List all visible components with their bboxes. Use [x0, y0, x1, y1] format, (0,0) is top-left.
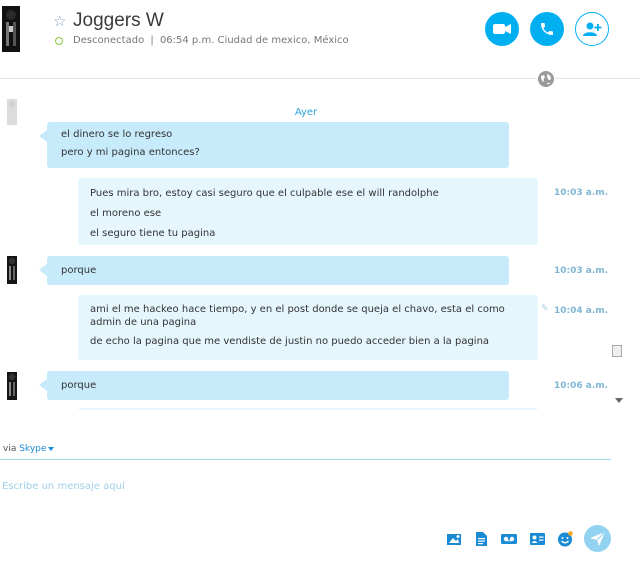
status-label: Desconectado: [73, 35, 145, 46]
video-call-button[interactable]: [485, 12, 519, 46]
scrollbar-thumb[interactable]: [612, 345, 622, 357]
send-contact-button[interactable]: [529, 531, 545, 547]
send-via-selector[interactable]: via Skype: [3, 444, 55, 454]
add-people-button[interactable]: [575, 12, 609, 46]
via-label: via: [3, 444, 17, 454]
message-timestamp: 10:04 a.m.: [554, 306, 609, 316]
contact-avatar-faded: [4, 99, 20, 125]
video-message-icon: [501, 534, 517, 544]
message-timestamp: 10:06 a.m.: [554, 381, 609, 391]
video-camera-icon: [493, 24, 511, 34]
audio-call-button[interactable]: [530, 12, 564, 46]
message-bubble-incoming[interactable]: porque: [39, 256, 509, 285]
message-text: el dinero se lo regreso: [61, 129, 173, 140]
contact-name[interactable]: Joggers W: [73, 10, 164, 32]
local-time: 06:54 p.m. Ciudad de mexico, México: [159, 35, 349, 46]
send-file-button[interactable]: [473, 531, 489, 547]
offline-status-icon: [55, 37, 63, 45]
message-bubble-outgoing-partial[interactable]: [78, 408, 538, 410]
globe-icon[interactable]: [537, 70, 555, 88]
send-button[interactable]: [584, 525, 611, 552]
send-icon: [590, 531, 605, 546]
message-bubble-incoming[interactable]: el dinero se lo regreso pero y mi pagina…: [39, 122, 509, 168]
message-text: de echo la pagina que me vendiste de jus…: [90, 336, 490, 347]
message-input[interactable]: [2, 476, 602, 496]
send-photo-button[interactable]: [446, 531, 462, 547]
add-person-icon: [583, 22, 602, 36]
message-text: porque: [61, 380, 97, 391]
conversation-header: ☆ Joggers W Desconectado | 06:54 p.m. Ci…: [0, 0, 640, 79]
status-separator: |: [150, 35, 154, 46]
message-text: pero y mi pagina entonces?: [61, 147, 200, 158]
message-timestamp: 10:03 a.m.: [554, 188, 609, 198]
message-list[interactable]: el dinero se lo regreso pero y mi pagina…: [0, 96, 612, 410]
contact-status-line: Desconectado | 06:54 p.m. Ciudad de mexi…: [73, 35, 349, 46]
send-contact-icon: [529, 533, 545, 545]
message-timestamp: 10:03 a.m.: [554, 266, 609, 276]
message-text: Pues mira bro, estoy casi seguro que el …: [90, 188, 439, 199]
message-text: ami el me hackeo hace tiempo, y en el po…: [90, 304, 505, 328]
message-bubble-incoming[interactable]: porque: [39, 371, 509, 400]
send-photo-icon: [447, 534, 461, 545]
phone-icon: [541, 23, 553, 35]
message-edit-icon[interactable]: ✎: [541, 304, 549, 314]
message-scrollbar[interactable]: [612, 96, 626, 410]
message-bubble-outgoing[interactable]: Pues mira bro, estoy casi seguro que el …: [78, 178, 538, 245]
composer-divider: [0, 459, 611, 460]
contact-avatar[interactable]: [0, 6, 22, 52]
service-name[interactable]: Skype: [19, 444, 46, 454]
chevron-down-icon[interactable]: [48, 446, 55, 451]
emoticon-button[interactable]: [557, 531, 573, 547]
message-text: porque: [61, 265, 97, 276]
message-text: el moreno ese: [90, 208, 162, 219]
day-separator: Ayer: [0, 96, 612, 118]
video-message-button[interactable]: [501, 531, 517, 547]
emoticon-icon: [558, 531, 573, 547]
send-file-icon: [475, 532, 487, 546]
contact-avatar-small[interactable]: [4, 372, 20, 400]
contact-avatar-small[interactable]: [4, 256, 20, 284]
favorite-star-icon[interactable]: ☆: [53, 12, 66, 30]
scroll-down-arrow-icon[interactable]: [615, 398, 623, 403]
message-bubble-outgoing[interactable]: ami el me hackeo hace tiempo, y en el po…: [78, 295, 538, 360]
message-text: el seguro tiene tu pagina: [90, 228, 216, 239]
